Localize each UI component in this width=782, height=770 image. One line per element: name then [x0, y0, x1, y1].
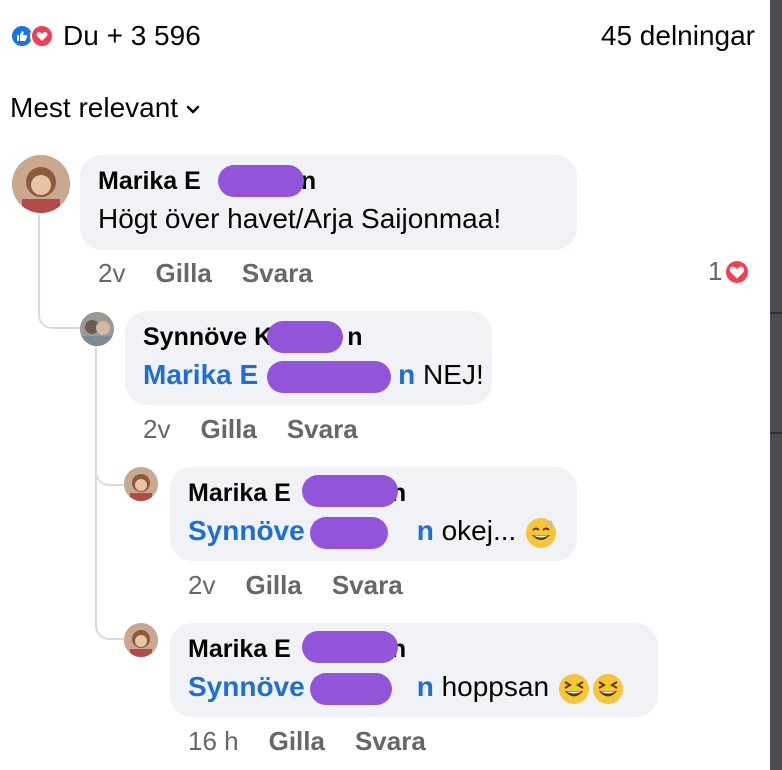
redaction-mark	[310, 673, 392, 705]
avatar[interactable]	[124, 467, 158, 501]
love-reaction-icon	[30, 24, 54, 48]
like-button[interactable]: Gilla	[155, 258, 211, 289]
comment-time[interactable]: 2v	[98, 258, 125, 289]
comment-text: hoppsan	[433, 671, 557, 702]
edge-divider	[770, 312, 782, 314]
sort-dropdown[interactable]: Mest relevant	[10, 92, 200, 124]
avatar[interactable]	[124, 623, 158, 657]
comment-actions: 2v Gilla Svara	[188, 570, 403, 601]
sweat-smile-emoji-icon	[526, 517, 557, 548]
like-button[interactable]: Gilla	[200, 414, 256, 445]
love-reaction-icon	[726, 260, 749, 283]
reply-button[interactable]: Svara	[332, 570, 403, 601]
comment-text: Högt över havet/Arja Saijonmaa!	[98, 203, 502, 234]
avatar[interactable]	[80, 312, 114, 346]
sort-label: Mest relevant	[10, 92, 179, 123]
comment-time[interactable]: 2v	[188, 570, 215, 601]
redaction-mark	[267, 321, 343, 353]
redaction-mark	[218, 165, 304, 197]
like-button[interactable]: Gilla	[269, 726, 325, 757]
comment-bubble: Marika E n Synnöve K n okej...	[170, 467, 577, 561]
right-edge-panel	[770, 0, 782, 770]
reactions-bar: Du + 3 596 45 delningar	[10, 18, 755, 58]
thread-connector	[38, 215, 82, 329]
redaction-mark	[310, 517, 388, 549]
comment-bubble: Synnöve K n Marika E n NEJ!	[125, 311, 492, 405]
comment-body: Synnöve K n hoppsan	[188, 671, 625, 706]
comment-time[interactable]: 2v	[143, 414, 170, 445]
comment-actions: 2v Gilla Svara	[143, 414, 358, 445]
comment-time[interactable]: 16 h	[188, 726, 239, 757]
reply-button[interactable]: Svara	[355, 726, 426, 757]
comment-text: NEJ!	[415, 359, 484, 390]
redaction-mark	[302, 631, 398, 663]
reactions-summary[interactable]: Du + 3 596	[63, 20, 201, 52]
reply-button[interactable]: Svara	[242, 258, 313, 289]
redaction-mark	[302, 475, 398, 507]
reaction-count-value: 1	[708, 256, 723, 286]
comment-actions: 2v Gilla Svara	[98, 258, 313, 289]
laughing-emoji-icon	[592, 673, 623, 704]
comment-actions: 16 h Gilla Svara	[188, 726, 426, 757]
comment-bubble: Marika E n Högt över havet/Arja Saijonma…	[80, 155, 577, 250]
reply-button[interactable]: Svara	[287, 414, 358, 445]
shares-count[interactable]: 45 delningar	[601, 20, 755, 52]
comment-reaction-count[interactable]: 1	[708, 256, 749, 287]
reaction-icons[interactable]	[10, 24, 60, 48]
comment-text: okej...	[433, 515, 525, 546]
thread-connector	[95, 480, 127, 640]
edge-divider	[770, 432, 782, 434]
avatar[interactable]	[12, 155, 70, 213]
redaction-mark	[267, 361, 391, 393]
chevron-down-icon	[186, 105, 200, 114]
laughing-emoji-icon	[558, 673, 589, 704]
like-button[interactable]: Gilla	[245, 570, 301, 601]
comment-bubble: Marika E n Synnöve K n hoppsan	[170, 623, 658, 717]
